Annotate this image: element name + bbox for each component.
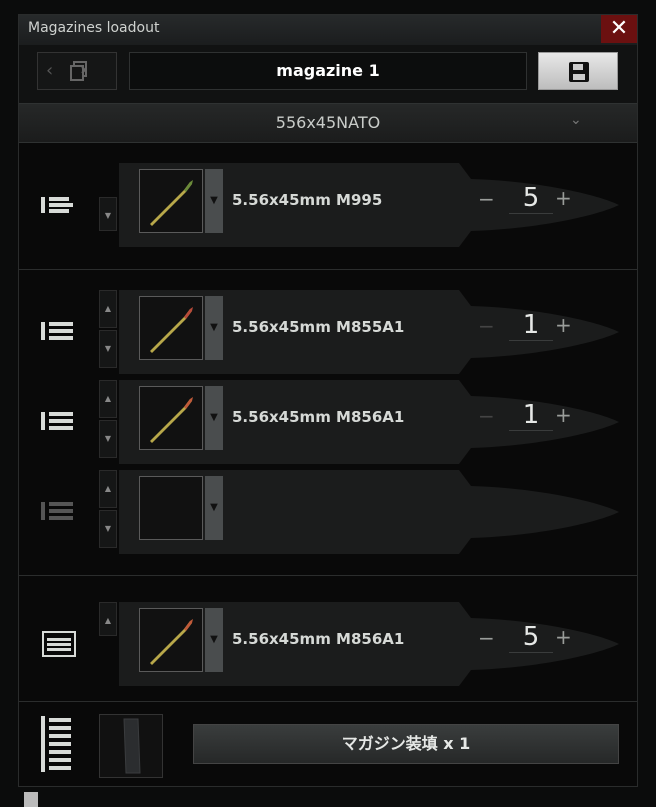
titlebar: Magazines loadout ✕ — [19, 15, 637, 45]
ammo-stack-icon — [41, 716, 71, 772]
increase-button[interactable]: + — [555, 313, 572, 337]
back-button[interactable]: ‹ — [37, 52, 117, 90]
increase-button[interactable]: + — [555, 625, 572, 649]
slot-dropdown[interactable]: ▼ — [205, 296, 223, 360]
increase-button[interactable]: + — [555, 403, 572, 427]
bullet-icon — [150, 180, 193, 226]
decrease-button[interactable]: − — [478, 314, 495, 338]
chevron-left-icon: ‹ — [46, 60, 54, 81]
magazine-name-input[interactable]: magazine 1 — [129, 52, 527, 90]
bullet-icon — [150, 307, 193, 353]
chevron-down-icon: ⌄ — [570, 112, 582, 128]
slot-dropdown[interactable]: ▼ — [205, 608, 223, 672]
reorder-controls: ▲ ▼ — [99, 470, 117, 548]
ammo-name: 5.56x45mm M856A1 — [232, 408, 405, 426]
ammo-slot[interactable] — [139, 296, 203, 360]
magazines-loadout-panel: Magazines loadout ✕ ‹ magazine 1 556x45N… — [18, 14, 638, 787]
magazine-slot[interactable] — [99, 714, 163, 778]
caliber-select[interactable]: 556x45NATO ⌄ — [19, 103, 637, 143]
slot-dropdown[interactable]: ▼ — [205, 386, 223, 450]
ammo-stack-icon — [41, 502, 73, 520]
load-section: マガジン装填 x 1 — [19, 702, 637, 788]
ammo-row: ▲ ▼ 5.56x45mm M856A1 − 5 + — [19, 596, 637, 686]
ammo-count[interactable]: 1 — [509, 310, 553, 341]
move-down-button[interactable]: ▼ — [99, 197, 117, 231]
ammo-count[interactable]: 5 — [509, 183, 553, 214]
ammo-slot[interactable] — [139, 386, 203, 450]
move-up-button[interactable]: ▲ — [99, 290, 117, 328]
ammo-stack-icon — [41, 322, 73, 340]
close-button[interactable]: ✕ — [601, 15, 637, 43]
slot-dropdown[interactable]: ▼ — [205, 476, 223, 540]
bullet-icon — [150, 619, 193, 665]
ammo-name: 5.56x45mm M995 — [232, 191, 383, 209]
ammo-row-empty: ▲ ▼ ▼ — [19, 464, 637, 554]
move-down-button[interactable]: ▼ — [99, 510, 117, 548]
ammo-count[interactable]: 5 — [509, 622, 553, 653]
ammo-slot-empty[interactable] — [139, 476, 203, 540]
ammo-slot[interactable] — [139, 608, 203, 672]
slot-dropdown[interactable]: ▼ — [205, 169, 223, 233]
move-up-button[interactable]: ▲ — [99, 602, 117, 636]
toolbar: ‹ magazine 1 — [19, 45, 637, 103]
reorder-controls: ▲ — [99, 602, 117, 680]
ammo-stack-icon — [41, 412, 73, 430]
reorder-controls: ▼ — [99, 163, 117, 241]
ammo-group-2: ▲ ▼ ▼ 5.56x45mm M855A1 − 1 + ▲ ▼ ▼ 5.56x… — [19, 270, 637, 576]
magazine-icon — [42, 631, 76, 657]
ammo-group-3: ▲ ▼ 5.56x45mm M856A1 − 5 + — [19, 576, 637, 702]
ammo-row: ▲ ▼ ▼ 5.56x45mm M855A1 − 1 + — [19, 284, 637, 374]
ammo-group-1: ▼ ▼ 5.56x45mm M995 − 5 + — [19, 143, 637, 270]
save-button[interactable] — [538, 52, 618, 90]
increase-button[interactable]: + — [555, 186, 572, 210]
caliber-value: 556x45NATO — [275, 113, 381, 132]
move-up-button[interactable]: ▲ — [99, 470, 117, 508]
ammo-slot[interactable] — [139, 169, 203, 233]
decrease-button[interactable]: − — [478, 626, 495, 650]
decrease-button[interactable]: − — [478, 404, 495, 428]
move-up-button[interactable]: ▲ — [99, 380, 117, 418]
decrease-button[interactable]: − — [478, 187, 495, 211]
ammo-row: ▼ ▼ 5.56x45mm M995 − 5 + — [19, 157, 637, 247]
copy-icon — [68, 59, 92, 87]
ammo-stack-icon — [41, 197, 73, 213]
load-magazine-button[interactable]: マガジン装填 x 1 — [193, 724, 619, 764]
ammo-name: 5.56x45mm M855A1 — [232, 318, 405, 336]
reorder-controls: ▲ ▼ — [99, 380, 117, 458]
ammo-count[interactable]: 1 — [509, 400, 553, 431]
bullet-icon — [150, 397, 193, 443]
window-title: Magazines loadout — [28, 20, 160, 36]
ammo-name: 5.56x45mm M856A1 — [232, 630, 405, 648]
reorder-controls: ▲ ▼ — [99, 290, 117, 368]
save-icon — [569, 62, 589, 82]
ammo-row: ▲ ▼ ▼ 5.56x45mm M856A1 − 1 + — [19, 374, 637, 464]
move-down-button[interactable]: ▼ — [99, 420, 117, 458]
magazine-icon — [123, 718, 141, 774]
move-down-button[interactable]: ▼ — [99, 330, 117, 368]
lock-icon — [24, 792, 38, 807]
